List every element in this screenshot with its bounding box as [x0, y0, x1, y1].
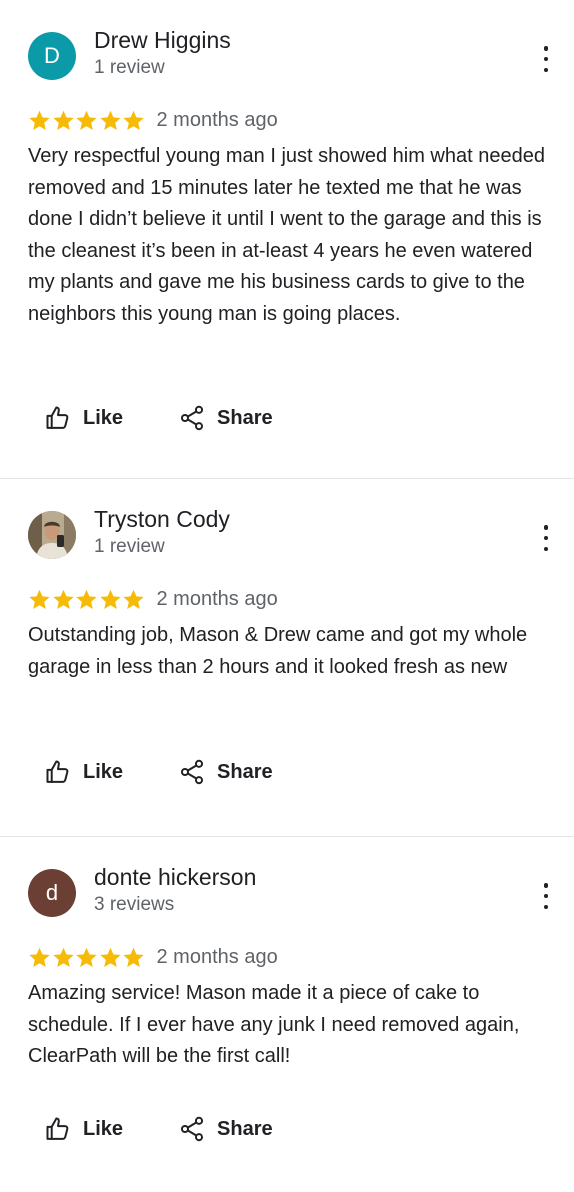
review-text: Very respectful young man I just showed … [28, 145, 545, 325]
reviewer-name[interactable]: donte hickerson [94, 864, 256, 891]
review-count: 3 reviews [94, 894, 175, 915]
rating-row: 2 months ago [28, 584, 278, 614]
star-icon [28, 109, 51, 132]
more-options-icon[interactable] [536, 46, 556, 72]
avatar[interactable] [28, 511, 76, 559]
like-button[interactable]: Like [44, 404, 123, 432]
review-date: 2 months ago [156, 108, 278, 131]
review-date: 2 months ago [156, 587, 278, 610]
star-icon [75, 946, 98, 969]
review-text: Amazing service! Mason made it a piece o… [28, 982, 520, 1067]
like-label: Like [83, 1117, 124, 1140]
star-icon [122, 946, 145, 969]
star-icon [52, 946, 75, 969]
star-icon [52, 588, 75, 611]
like-label: Like [83, 760, 124, 783]
star-rating [28, 109, 146, 132]
more-options-icon[interactable] [536, 525, 556, 551]
avatar-initial: D [44, 43, 60, 68]
star-icon [122, 588, 145, 611]
star-rating [28, 946, 146, 969]
thumb-up-icon [46, 760, 69, 783]
star-icon [75, 109, 98, 132]
star-icon [75, 588, 98, 611]
review-actions: Like Share [44, 754, 273, 790]
review-card: Tryston Cody 1 review 2 months ago Outst… [0, 479, 574, 837]
share-button[interactable]: Share [178, 758, 273, 786]
review-text: Outstanding job, Mason & Drew came and g… [28, 624, 528, 678]
reviewer-name[interactable]: Drew Higgins [94, 27, 231, 54]
review-count: 1 review [94, 57, 165, 78]
review-count: 1 review [94, 536, 165, 557]
star-icon [99, 588, 122, 611]
share-icon [181, 405, 204, 431]
thumb-up-icon [46, 1117, 69, 1140]
avatar[interactable]: d [28, 869, 76, 917]
review-card: D Drew Higgins 1 review 2 months ago Ver… [0, 0, 574, 479]
profile-photo-icon [28, 511, 76, 559]
review-card: d donte hickerson 3 reviews 2 months ago… [0, 837, 574, 1192]
like-label: Like [83, 406, 124, 429]
rating-row: 2 months ago [28, 105, 278, 135]
share-button[interactable]: Share [178, 404, 273, 432]
reviewer-name[interactable]: Tryston Cody [94, 506, 230, 533]
rating-row: 2 months ago [28, 942, 278, 972]
star-rating [28, 588, 146, 611]
review-actions: Like Share [44, 1111, 273, 1147]
avatar[interactable]: D [28, 32, 76, 80]
share-icon [181, 759, 204, 785]
star-icon [99, 109, 122, 132]
share-icon [181, 1116, 204, 1142]
share-label: Share [217, 406, 273, 429]
star-icon [28, 588, 51, 611]
like-button[interactable]: Like [44, 1115, 123, 1143]
star-icon [99, 946, 122, 969]
star-icon [52, 109, 75, 132]
avatar-initial: d [45, 880, 59, 905]
share-button[interactable]: Share [178, 1115, 273, 1143]
review-actions: Like Share [44, 400, 273, 436]
more-options-icon[interactable] [536, 883, 556, 909]
share-label: Share [217, 1117, 273, 1140]
like-button[interactable]: Like [44, 758, 123, 786]
star-icon [28, 946, 51, 969]
star-icon [122, 109, 145, 132]
share-label: Share [217, 760, 273, 783]
thumb-up-icon [46, 406, 69, 429]
review-date: 2 months ago [156, 945, 278, 968]
